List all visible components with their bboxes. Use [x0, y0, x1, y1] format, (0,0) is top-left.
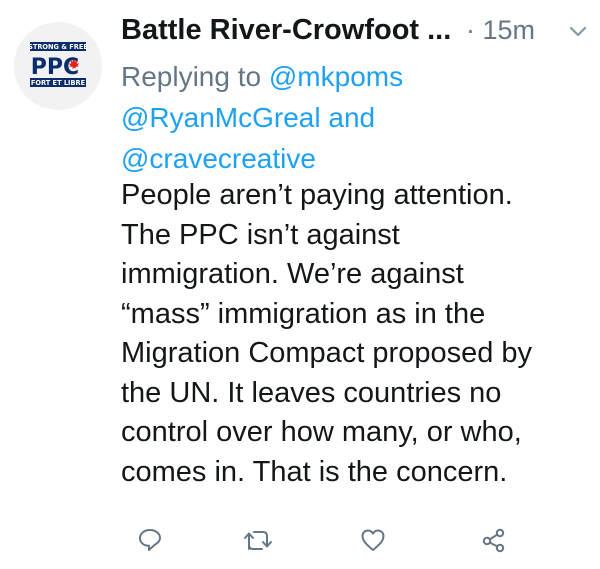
timestamp[interactable]: · 15m	[466, 12, 535, 48]
reply-prefix: Replying to	[121, 61, 269, 92]
reply-context: Replying to @mkpoms @RyanMcGreal and @crav…	[121, 56, 581, 179]
share-icon	[482, 528, 505, 553]
tweet-actions	[0, 520, 600, 560]
ppc-logo: STRONG & FREE PPC FORT ET LIBRE	[14, 22, 102, 110]
reply-button[interactable]	[130, 520, 170, 560]
retweet-icon	[244, 531, 272, 550]
avatar-top-text: STRONG & FREE	[28, 43, 88, 51]
reply-connector: and	[320, 102, 376, 133]
mention-mkpoms[interactable]: @mkpoms	[269, 61, 403, 92]
avatar-logo-text: PPC	[31, 55, 79, 80]
tweet-text: People aren’t paying attention. The PPC …	[121, 179, 533, 488]
share-button[interactable]	[474, 520, 514, 560]
reply-icon	[139, 529, 161, 551]
retweet-button[interactable]	[238, 520, 278, 560]
tweet-header: Battle River-Crowfoot ... · 15m	[121, 12, 591, 52]
chevron-down-icon[interactable]	[565, 18, 591, 44]
tweet[interactable]: STRONG & FREE PPC FORT ET LIBRE Battle R…	[0, 0, 600, 569]
avatar[interactable]: STRONG & FREE PPC FORT ET LIBRE	[14, 22, 102, 110]
mention-cravecreative[interactable]: @cravecreative	[121, 143, 316, 174]
mention-ryanmcgreal[interactable]: @RyanMcGreal	[121, 102, 321, 133]
display-name[interactable]: Battle River-Crowfoot ...	[121, 12, 451, 48]
heart-icon	[361, 529, 385, 551]
avatar-bottom-text: FORT ET LIBRE	[31, 79, 86, 87]
like-button[interactable]	[353, 520, 393, 560]
